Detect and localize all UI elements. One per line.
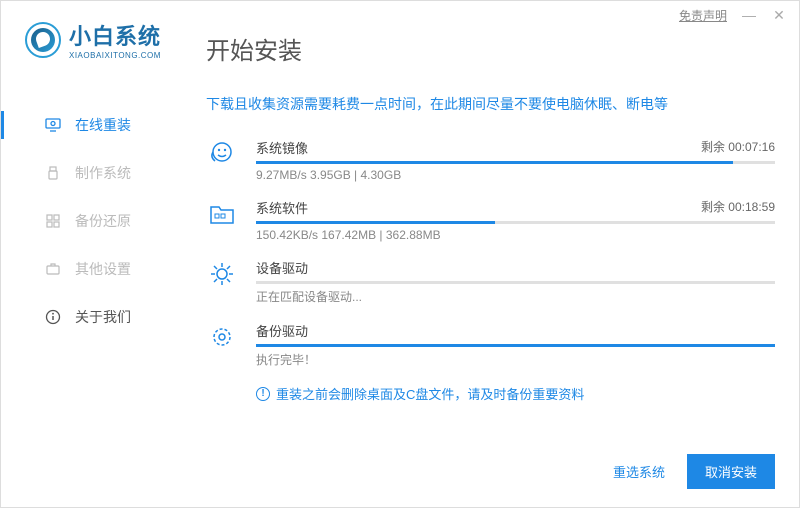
disclaimer-link[interactable]: 免责声明 [679,7,727,24]
progress-bar [256,281,775,284]
folder-icon [206,198,238,230]
page-title: 开始安装 [206,31,775,66]
task-detail: 9.27MB/s 3.95GB | 4.30GB [256,168,775,182]
task-detail: 正在匹配设备驱动... [256,288,775,305]
sidebar-item-label: 备份还原 [75,211,131,231]
gear-icon [206,258,238,290]
sidebar: 在线重装 制作系统 备份还原 其他设置 关于我们 [1,101,176,341]
usb-icon [45,165,61,181]
sidebar-item-label: 其他设置 [75,259,131,279]
warning-icon: ! [256,387,270,401]
close-icon[interactable]: ✕ [771,7,787,24]
task-detail: 执行完毕！ [256,351,775,368]
reselect-button[interactable]: 重选系统 [603,454,675,489]
task-remaining: 剩余 00:07:16 [701,138,775,157]
sidebar-item-online-reinstall[interactable]: 在线重装 [1,101,176,149]
task-list: 系统镜像 剩余 00:07:16 9.27MB/s 3.95GB | 4.30GB… [206,138,775,368]
brand-subtitle: XIAOBAIXITONG.COM [69,51,161,60]
monitor-icon [45,117,61,133]
task-detail: 150.42KB/s 167.42MB | 362.88MB [256,228,775,242]
sidebar-item-backup-restore[interactable]: 备份还原 [1,197,176,245]
sidebar-item-about[interactable]: 关于我们 [1,293,176,341]
sidebar-item-make-system[interactable]: 制作系统 [1,149,176,197]
task-title: 备份驱动 [256,321,308,340]
brand-title: 小白系统 [69,19,161,51]
info-icon [45,309,61,325]
logo-icon [25,22,61,58]
install-notice: 下载且收集资源需要耗费一点时间，在此期间尽量不要使电脑休眠、断电等 [206,94,775,114]
cancel-install-button[interactable]: 取消安装 [687,454,775,489]
task-remaining: 剩余 00:18:59 [701,198,775,217]
minimize-icon[interactable]: — [741,7,757,23]
image-icon [206,138,238,170]
progress-bar [256,221,775,224]
sidebar-item-other-settings[interactable]: 其他设置 [1,245,176,293]
task-row: 备份驱动 执行完毕！ [206,321,775,368]
warning-text: 重装之前会删除桌面及C盘文件，请及时备份重要资料 [276,384,584,403]
task-row: 系统镜像 剩余 00:07:16 9.27MB/s 3.95GB | 4.30GB [206,138,775,182]
progress-bar [256,161,775,164]
task-title: 系统镜像 [256,138,308,157]
grid-icon [45,213,61,229]
progress-bar [256,344,775,347]
sidebar-item-label: 制作系统 [75,163,131,183]
task-title: 设备驱动 [256,258,308,277]
briefcase-icon [45,261,61,277]
brand-logo: 小白系统 XIAOBAIXITONG.COM [25,19,161,60]
task-row: 系统软件 剩余 00:18:59 150.42KB/s 167.42MB | 36… [206,198,775,242]
warning-message: ! 重装之前会删除桌面及C盘文件，请及时备份重要资料 [256,384,775,403]
sidebar-item-label: 在线重装 [75,115,131,135]
gear-dashed-icon [206,321,238,353]
task-row: 设备驱动 正在匹配设备驱动... [206,258,775,305]
task-title: 系统软件 [256,198,308,217]
sidebar-item-label: 关于我们 [75,307,131,327]
